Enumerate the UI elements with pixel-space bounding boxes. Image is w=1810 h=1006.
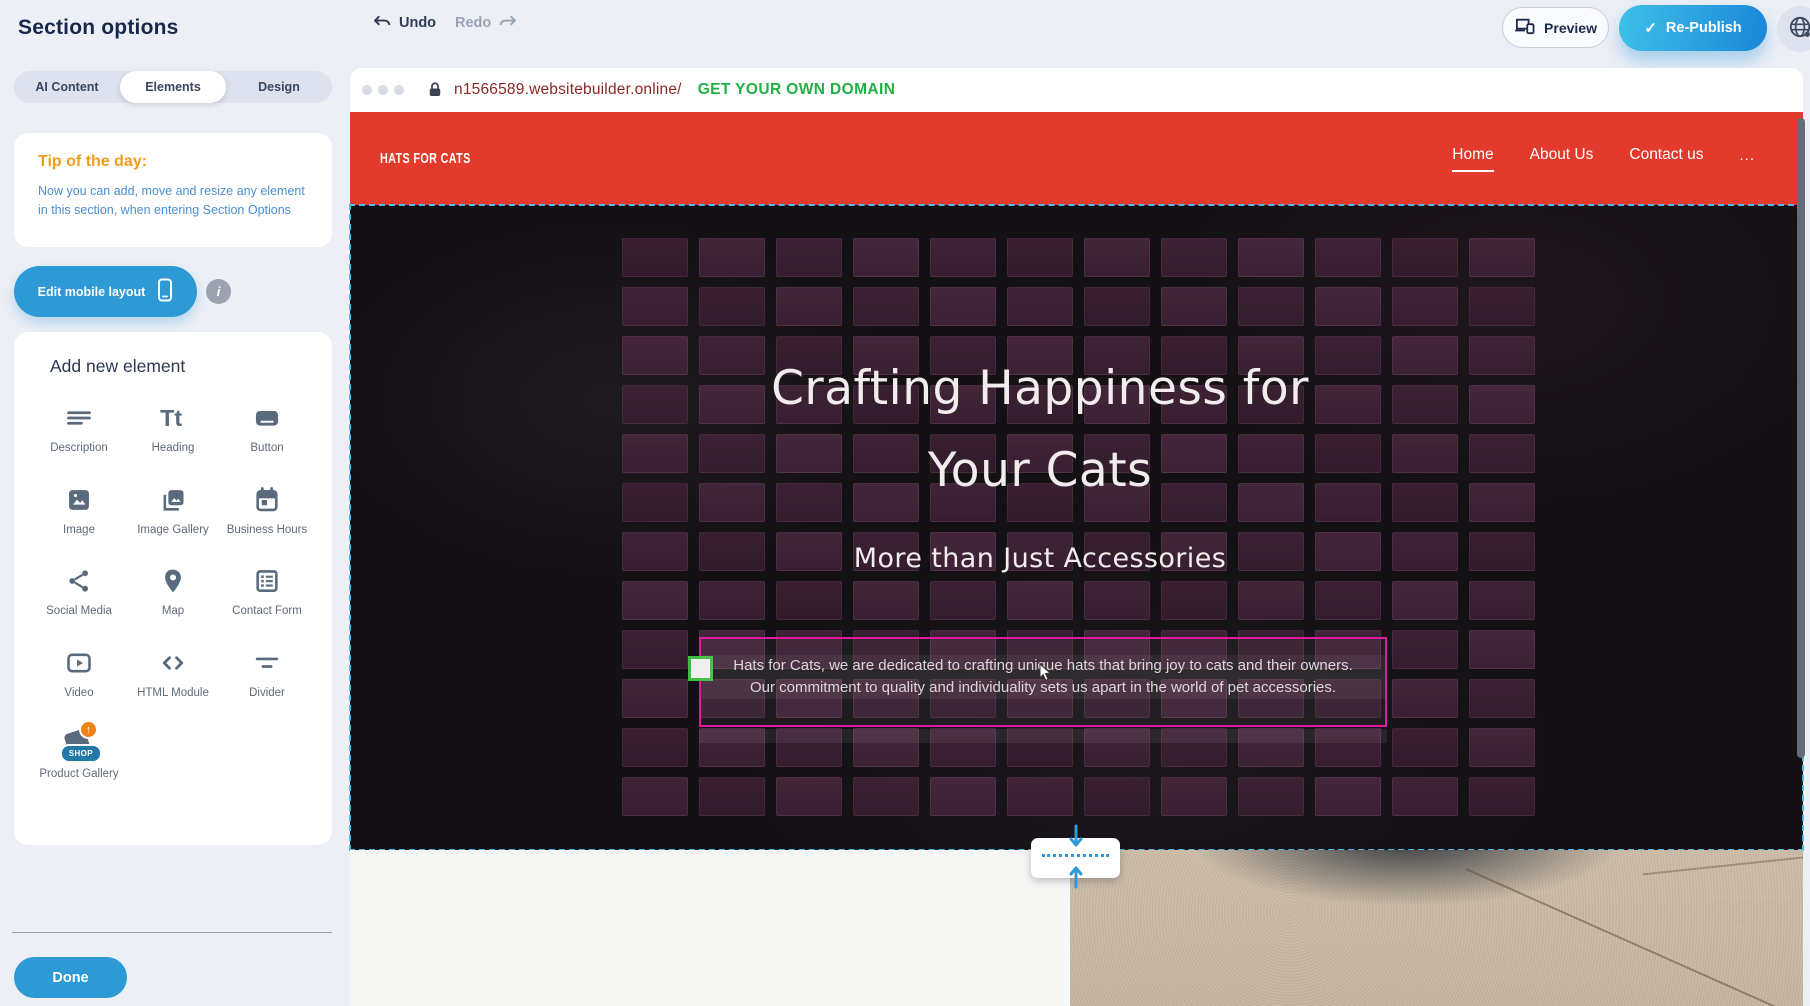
add-element-map[interactable]: Map <box>126 566 220 620</box>
divider-icon <box>252 648 282 678</box>
element-label: Button <box>250 441 283 457</box>
add-element-social-media[interactable]: Social Media <box>32 566 126 620</box>
hero-heading[interactable]: Crafting Happiness forYour Cats <box>350 348 1730 512</box>
element-label: Social Media <box>46 604 112 620</box>
element-label: Image Gallery <box>137 523 209 539</box>
language-globe-button[interactable] <box>1777 6 1810 52</box>
arrow-up-icon <box>1068 863 1084 894</box>
devices-icon <box>1514 17 1536 38</box>
mouse-cursor <box>1038 663 1054 688</box>
add-element-image[interactable]: Image <box>32 485 126 539</box>
image-gallery-icon <box>158 485 188 515</box>
add-element-image-gallery[interactable]: Image Gallery <box>126 485 220 539</box>
add-element-divider[interactable]: Divider <box>220 648 314 702</box>
element-label: Heading <box>152 441 195 457</box>
map-pin-icon <box>158 566 188 596</box>
element-label: Contact Form <box>232 604 302 620</box>
add-element-heading[interactable]: Tt Heading <box>126 403 220 457</box>
arrow-down-icon <box>1068 824 1084 855</box>
info-icon[interactable]: i <box>206 279 231 304</box>
image-icon <box>64 485 94 515</box>
add-element-product-gallery[interactable]: ↑SHOP Product Gallery <box>32 729 126 783</box>
element-grid: Description Tt Heading Button Image Image Gal… <box>32 403 314 783</box>
description-lines-icon <box>64 403 94 433</box>
element-label: Map <box>162 604 184 620</box>
tab-ai-content[interactable]: AI Content <box>14 71 120 103</box>
check-icon: ✓ <box>1644 19 1657 37</box>
element-label: Business Hours <box>227 523 308 539</box>
share-icon <box>64 566 94 596</box>
site-preview-canvas: n1566589.websitebuilder.online/ GET YOUR… <box>350 68 1803 1006</box>
sidebar-tabs: AI ContentElementsDesign <box>14 71 332 103</box>
hero-section-selected[interactable]: Crafting Happiness forYour Cats More tha… <box>350 205 1803 850</box>
contact-form-icon <box>252 566 282 596</box>
add-new-element-panel: Add new element Description Tt Heading Butt… <box>14 332 332 845</box>
add-element-contact-form[interactable]: Contact Form <box>220 566 314 620</box>
globe-icon <box>1787 14 1810 45</box>
get-domain-link[interactable]: GET YOUR OWN DOMAIN <box>698 81 896 99</box>
element-label: HTML Module <box>137 686 209 702</box>
site-logo[interactable]: HATS FOR CATS <box>380 150 471 167</box>
undo-button[interactable]: Undo <box>372 14 436 32</box>
tip-body: Now you can add, move and resize any ele… <box>38 182 308 220</box>
video-icon <box>64 648 94 678</box>
add-element-video[interactable]: Video <box>32 648 126 702</box>
add-element-button[interactable]: Button <box>220 403 314 457</box>
button-icon <box>252 403 282 433</box>
republish-button[interactable]: ✓ Re-Publish <box>1619 5 1767 51</box>
browser-chrome-bar: n1566589.websitebuilder.online/ GET YOUR… <box>350 68 1803 112</box>
site-header: HATS FOR CATS Home About Us Contact us... <box>350 112 1803 205</box>
browser-dots-icon <box>362 85 404 95</box>
tab-design[interactable]: Design <box>226 71 332 103</box>
redo-arrow-icon <box>498 14 518 32</box>
sidebar-divider <box>12 932 332 933</box>
upgrade-arrow-badge: ↑ <box>79 720 98 739</box>
done-button[interactable]: Done <box>14 957 127 998</box>
page-title: Section options <box>18 16 179 40</box>
element-label: Image <box>63 523 95 539</box>
tip-title: Tip of the day: <box>38 153 308 171</box>
undo-arrow-icon <box>372 14 392 32</box>
nav-item-home[interactable]: Home <box>1452 146 1493 172</box>
shop-badge: SHOP <box>60 744 102 763</box>
canvas-scrollbar[interactable] <box>1797 118 1805 758</box>
site-url: n1566589.websitebuilder.online/ <box>454 81 682 99</box>
nav-item-contact-us[interactable]: Contact us <box>1629 146 1703 172</box>
add-element-description[interactable]: Description <box>32 403 126 457</box>
element-label: Product Gallery <box>39 767 118 783</box>
product-gallery-icon: ↑SHOP <box>64 729 94 759</box>
redo-button[interactable]: Redo <box>455 14 518 32</box>
pavement-photo <box>1070 850 1803 1006</box>
heading-tt-icon: Tt <box>158 403 188 433</box>
add-element-html-module[interactable]: HTML Module <box>126 648 220 702</box>
site-nav: Home About Us Contact us... <box>1452 146 1755 172</box>
add-new-element-title: Add new element <box>50 356 314 377</box>
phone-icon <box>157 278 173 305</box>
nav-item-about-us[interactable]: About Us <box>1530 146 1594 172</box>
app-window: Section options Undo Redo Preview ✓ Re-P… <box>0 0 1810 1006</box>
section-resize-handle[interactable] <box>1031 838 1120 878</box>
element-label: Video <box>64 686 93 702</box>
edit-mobile-layout-button[interactable]: Edit mobile layout <box>14 266 197 317</box>
preview-button[interactable]: Preview <box>1502 7 1609 48</box>
nav-more-button[interactable]: ... <box>1739 147 1755 170</box>
add-element-business-hours[interactable]: Business Hours <box>220 485 314 539</box>
hero-subheading[interactable]: More than Just Accessories <box>350 543 1730 574</box>
tab-elements[interactable]: Elements <box>120 71 226 103</box>
code-icon <box>158 648 188 678</box>
element-ghost-strip <box>699 729 1387 743</box>
tip-of-the-day-card: Tip of the day: Now you can add, move an… <box>14 133 332 247</box>
element-label: Description <box>50 441 108 457</box>
calendar-icon <box>252 485 282 515</box>
lock-icon <box>426 80 444 100</box>
element-label: Divider <box>249 686 285 702</box>
svg-text:Tt: Tt <box>160 405 182 431</box>
